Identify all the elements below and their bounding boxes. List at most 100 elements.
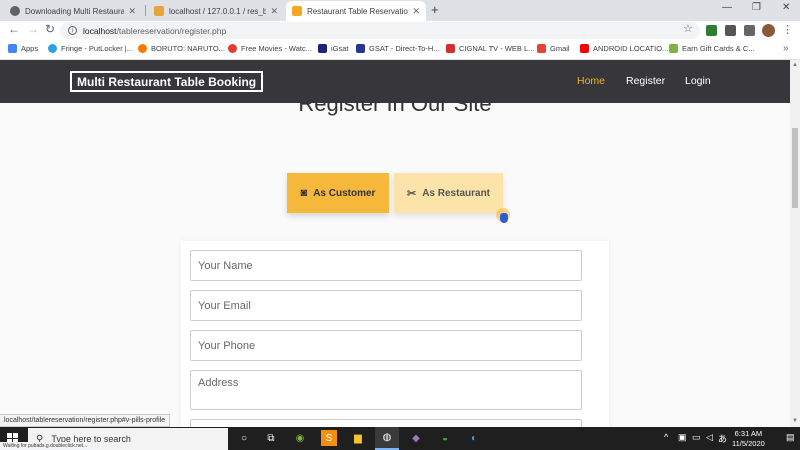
link-status-preview: localhost/tablereservation/register.php#…	[0, 414, 171, 427]
close-icon[interactable]: ✕	[412, 6, 420, 17]
bookmark-favicon-icon	[669, 44, 678, 53]
browser-toolbar: ← → ↻ i localhost/tablereservation/regis…	[0, 21, 800, 40]
scrollbar-thumb[interactable]	[792, 128, 798, 208]
chrome-taskbar-icon[interactable]: ◍	[375, 427, 399, 450]
phpmyadmin-icon	[154, 6, 164, 16]
bookmark-favicon-icon	[356, 44, 365, 53]
info-icon[interactable]: i	[68, 26, 77, 35]
clock-time: 6:31 AM	[734, 429, 763, 438]
utensils-icon: ✂	[406, 187, 417, 200]
tab-title: localhost / 127.0.0.1 / res_booking	[169, 6, 267, 16]
tab-separator	[145, 5, 146, 16]
nav-home-link[interactable]: Home	[577, 75, 605, 87]
as-restaurant-tab[interactable]: ✂ As Restaurant	[394, 173, 503, 213]
clock-date: 11/5/2020	[732, 439, 765, 448]
new-tab-button[interactable]: +	[431, 2, 439, 17]
bookmark-item[interactable]: iGsat	[318, 44, 349, 53]
mouse-cursor	[496, 208, 512, 226]
bookmark-favicon-icon	[228, 44, 237, 53]
as-customer-tab[interactable]: ◙ As Customer	[287, 173, 389, 213]
sublime-text-icon[interactable]: S	[321, 430, 337, 446]
windows-taskbar: ⚲ Type here to search ○ ⧉ ◉ S ▆ ◍ ◆ ◒ ◐ …	[0, 427, 800, 450]
bookmark-star-icon[interactable]: ☆	[683, 22, 693, 35]
close-window-button[interactable]: ✕	[782, 2, 790, 13]
page-scrollbar[interactable]: ▲ ▼	[790, 60, 800, 427]
tab-restaurant-reservation[interactable]: Restaurant Table Reservation Sys ✕	[286, 1, 426, 21]
chat-bubble-icon: ◙	[300, 187, 308, 199]
visual-studio-icon[interactable]: ◆	[408, 430, 424, 446]
maximize-button[interactable]: ❐	[752, 2, 761, 13]
edge-icon[interactable]: ◐	[466, 430, 482, 446]
bookmark-item[interactable]: Earn Gift Cards & C...	[669, 44, 755, 53]
gmail-icon	[537, 44, 546, 53]
app-icon[interactable]: ◉	[292, 430, 308, 446]
tab-phpmyadmin[interactable]: localhost / 127.0.0.1 / res_booking ✕	[148, 1, 284, 21]
address-input[interactable]	[190, 370, 582, 410]
taskbar-clock[interactable]: 6:31 AM 11/5/2020	[732, 429, 765, 449]
nav-register-link[interactable]: Register	[626, 75, 665, 87]
app-icon[interactable]: ◒	[437, 430, 453, 446]
bookmarks-bar: Apps Fringe - PutLocker |... BORUTO: NAR…	[0, 40, 800, 60]
browser-tab-strip: Downloading Multi Restaurant Ta ✕ localh…	[0, 0, 800, 21]
apps-grid-icon	[8, 44, 17, 53]
file-explorer-icon[interactable]: ▆	[350, 430, 366, 446]
notification-icon[interactable]: ▤	[786, 432, 795, 443]
bookmark-favicon-icon	[446, 44, 455, 53]
bookmark-favicon-icon	[48, 44, 57, 53]
phone-input[interactable]	[190, 330, 582, 361]
language-icon[interactable]: あ	[718, 432, 727, 445]
tray-icon[interactable]: ▣	[678, 432, 687, 443]
bookmark-item[interactable]: Fringe - PutLocker |...	[48, 44, 133, 53]
extension-icon[interactable]	[706, 25, 717, 36]
tab-title: Restaurant Table Reservation Sys	[307, 6, 409, 16]
tray-chevron-icon[interactable]: ^	[664, 432, 668, 442]
bookmark-item[interactable]: CIGNAL TV - WEB L...	[446, 44, 534, 53]
page-title: Register In Our Site	[298, 103, 492, 116]
reload-icon[interactable]: ↻	[45, 22, 55, 36]
back-arrow-icon[interactable]: ←	[8, 22, 20, 36]
tab-downloading[interactable]: Downloading Multi Restaurant Ta ✕	[4, 1, 142, 21]
tab-title: Downloading Multi Restaurant Ta	[25, 6, 125, 16]
extension-icon[interactable]	[725, 25, 736, 36]
bookmark-item[interactable]: ANDROID LOCATIO...	[580, 44, 668, 53]
site-navbar: Multi Restaurant Table Booking Home Regi…	[0, 60, 790, 103]
nav-login-link[interactable]: Login	[685, 75, 711, 87]
forward-arrow-icon[interactable]: →	[27, 22, 39, 36]
scroll-down-icon[interactable]: ▼	[792, 418, 798, 424]
globe-icon	[10, 6, 20, 16]
close-icon[interactable]: ✕	[128, 6, 136, 17]
site-brand[interactable]: Multi Restaurant Table Booking	[70, 71, 264, 92]
youtube-icon	[580, 44, 589, 53]
volume-icon[interactable]: ◁	[706, 432, 713, 443]
network-icon[interactable]: ▭	[692, 432, 701, 443]
profile-avatar[interactable]	[762, 24, 775, 37]
loading-status-message: Waiting for pubads.g.doubleclick.net...	[0, 442, 91, 450]
registration-form	[181, 241, 609, 427]
url-host: localhost	[83, 25, 117, 36]
bookmarks-overflow-button[interactable]: »	[783, 43, 789, 54]
bookmark-item[interactable]: GSAT - Direct-To-H...	[356, 44, 440, 53]
bookmark-item[interactable]: Free Movies - Watc...	[228, 44, 312, 53]
as-customer-label: As Customer	[313, 187, 376, 199]
scroll-up-icon[interactable]: ▲	[792, 62, 798, 68]
bookmark-apps[interactable]: Apps	[8, 44, 38, 53]
puzzle-icon[interactable]	[744, 25, 755, 36]
bookmark-favicon-icon	[138, 44, 147, 53]
email-input[interactable]	[190, 290, 582, 321]
name-input[interactable]	[190, 250, 582, 281]
url-path: /tablereservation/register.php	[116, 25, 227, 36]
menu-kebab-icon[interactable]: ⋮	[782, 23, 793, 36]
task-view-icon[interactable]: ⧉	[263, 430, 279, 446]
as-restaurant-label: As Restaurant	[422, 187, 491, 199]
bookmark-item[interactable]: BORUTO: NARUTO...	[138, 44, 225, 53]
cortana-icon[interactable]: ○	[236, 430, 252, 446]
page-content: Register In Our Site ◙ As Customer ✂ As …	[0, 103, 790, 427]
hand-pointer-icon	[500, 213, 508, 223]
minimize-button[interactable]: —	[722, 2, 732, 13]
bookmark-gmail[interactable]: Gmail	[537, 44, 570, 53]
close-icon[interactable]: ✕	[270, 6, 278, 17]
site-favicon-icon	[292, 6, 302, 16]
bookmark-favicon-icon	[318, 44, 327, 53]
address-bar[interactable]: i localhost/tablereservation/register.ph…	[60, 22, 700, 39]
next-form-field[interactable]	[190, 419, 582, 427]
